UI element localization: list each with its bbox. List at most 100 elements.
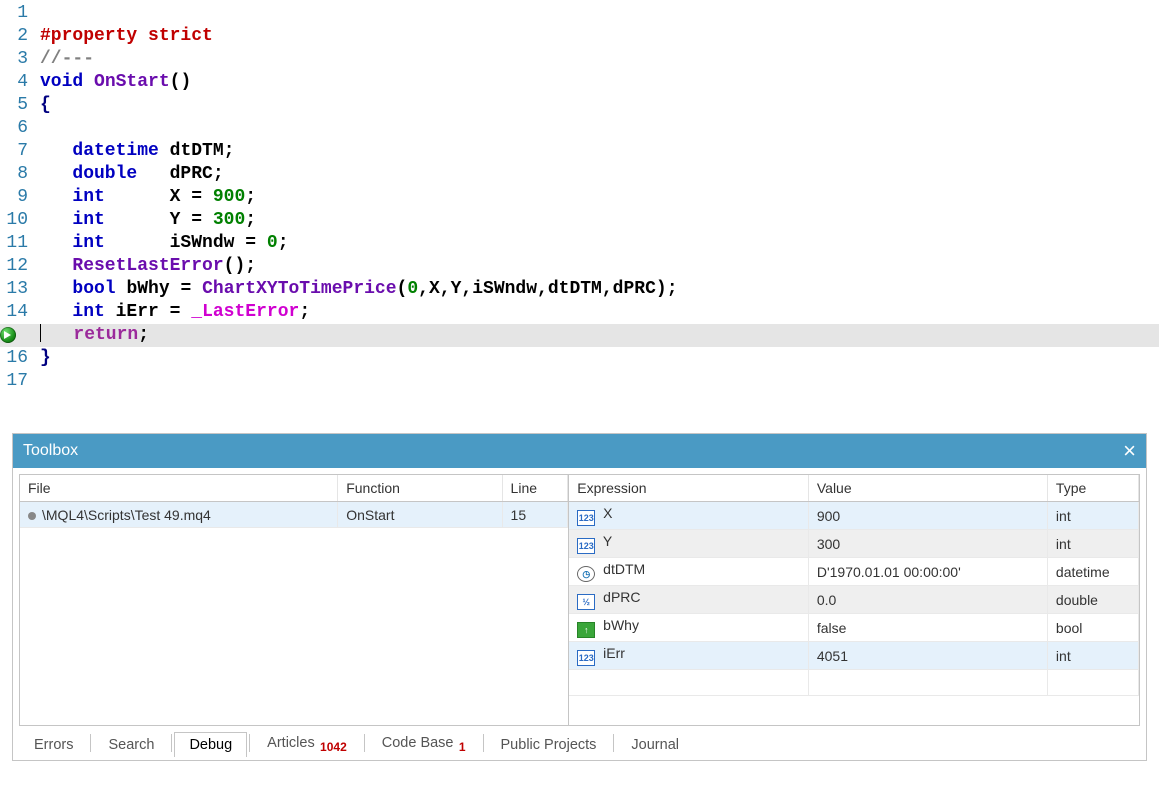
watch-expression[interactable]: 123 iErr [569,642,808,670]
watch-expression[interactable]: 123 Y [569,530,808,558]
gutter-line-number[interactable]: 1 [0,2,36,25]
gutter-line-number[interactable]: 4 [0,71,36,94]
tab-articles[interactable]: Articles 1042 [252,730,362,758]
code-line[interactable]: 9 int X = 900; [0,186,1159,209]
watch-row[interactable]: ◷ dtDTMD'1970.01.01 00:00:00'datetime [569,558,1138,586]
code-line[interactable]: 13 bool bWhy = ChartXYToTimePrice(0,X,Y,… [0,278,1159,301]
code-line[interactable]: 17 [0,370,1159,393]
column-header[interactable]: Type [1047,475,1138,502]
column-header[interactable]: File [20,475,338,502]
watch-expression[interactable]: ↑ bWhy [569,614,808,642]
tab-separator [171,734,172,752]
gutter-line-number[interactable]: 14 [0,301,36,324]
gutter-line-number[interactable]: 10 [0,209,36,232]
code-editor[interactable]: 12#property strict3//---4void OnStart()5… [0,0,1159,393]
code-line[interactable]: 5{ [0,94,1159,117]
code-content[interactable]: datetime dtDTM; [36,140,1159,163]
code-line[interactable]: 16} [0,347,1159,370]
watch-row[interactable]: ↑ bWhyfalsebool [569,614,1138,642]
tab-code-base[interactable]: Code Base 1 [367,730,481,758]
gutter-line-number[interactable]: 13 [0,278,36,301]
column-header[interactable]: Expression [569,475,808,502]
code-line[interactable]: 12 ResetLastError(); [0,255,1159,278]
gutter-line-number[interactable]: 12 [0,255,36,278]
tab-separator [613,734,614,752]
watch-row[interactable]: 123 iErr4051int [569,642,1138,670]
code-line[interactable]: 7 datetime dtDTM; [0,140,1159,163]
code-content[interactable]: bool bWhy = ChartXYToTimePrice(0,X,Y,iSW… [36,278,1159,301]
code-line[interactable]: return; [0,324,1159,347]
code-line[interactable]: 4void OnStart() [0,71,1159,94]
column-header[interactable]: Value [808,475,1047,502]
column-header[interactable]: Line [502,475,568,502]
watch-row[interactable]: 123 Y300int [569,530,1138,558]
watch-expression[interactable] [569,670,808,696]
code-line[interactable]: 1 [0,2,1159,25]
stack-function: OnStart [338,502,502,528]
code-content[interactable]: int iSWndw = 0; [36,232,1159,255]
tab-errors[interactable]: Errors [19,732,88,757]
code-content[interactable]: { [36,94,1159,117]
gutter-line-number[interactable]: 3 [0,48,36,71]
watch-value: D'1970.01.01 00:00:00' [808,558,1047,586]
watch-expression[interactable]: 123 X [569,502,808,530]
gutter-line-number[interactable]: 17 [0,370,36,393]
tab-badge: 1042 [317,740,347,754]
stack-frame-icon [28,512,36,520]
tab-journal[interactable]: Journal [616,732,694,757]
gutter-line-number[interactable]: 6 [0,117,36,140]
stack-line: 15 [502,502,568,528]
type-icon: ↑ [577,622,595,638]
watch-value: 900 [808,502,1047,530]
code-content[interactable]: int X = 900; [36,186,1159,209]
close-icon[interactable]: × [1123,440,1136,462]
gutter-line-number[interactable]: 7 [0,140,36,163]
code-content[interactable] [36,2,1159,25]
watch-pane[interactable]: ExpressionValueType 123 X900int123 Y300i… [568,474,1140,726]
tab-search[interactable]: Search [93,732,169,757]
code-line[interactable]: 6 [0,117,1159,140]
call-stack-pane[interactable]: FileFunctionLine \MQL4\Scripts\Test 49.m… [19,474,568,726]
gutter-line-number[interactable]: 2 [0,25,36,48]
type-icon: 123 [577,538,595,554]
column-header[interactable]: Function [338,475,502,502]
watch-expression[interactable]: ½ dPRC [569,586,808,614]
code-line[interactable]: 10 int Y = 300; [0,209,1159,232]
gutter-line-number[interactable]: 16 [0,347,36,370]
watch-row[interactable]: ½ dPRC0.0double [569,586,1138,614]
code-content[interactable]: #property strict [36,25,1159,48]
code-line[interactable]: 3//--- [0,48,1159,71]
code-content[interactable]: double dPRC; [36,163,1159,186]
code-line[interactable]: 8 double dPRC; [0,163,1159,186]
gutter-line-number[interactable]: 8 [0,163,36,186]
code-content[interactable]: void OnStart() [36,71,1159,94]
gutter-line-number[interactable]: 5 [0,94,36,117]
type-icon: 123 [577,510,595,526]
code-line[interactable]: 2#property strict [0,25,1159,48]
watch-row[interactable] [569,670,1138,696]
gutter-line-number[interactable]: 9 [0,186,36,209]
gutter-line-number[interactable] [0,324,36,347]
code-content[interactable]: ResetLastError(); [36,255,1159,278]
code-content[interactable]: int iErr = _LastError; [36,301,1159,324]
tab-separator [249,734,250,752]
watch-expression[interactable]: ◷ dtDTM [569,558,808,586]
gutter-line-number[interactable]: 11 [0,232,36,255]
code-content[interactable] [36,370,1159,393]
code-content[interactable] [36,117,1159,140]
stack-row[interactable]: \MQL4\Scripts\Test 49.mq4OnStart15 [20,502,568,528]
toolbox-titlebar[interactable]: Toolbox × [13,434,1146,468]
code-line[interactable]: 11 int iSWndw = 0; [0,232,1159,255]
code-line[interactable]: 14 int iErr = _LastError; [0,301,1159,324]
watch-row[interactable]: 123 X900int [569,502,1138,530]
tab-public-projects[interactable]: Public Projects [486,732,612,757]
code-content[interactable]: //--- [36,48,1159,71]
toolbox-panel: Toolbox × FileFunctionLine \MQL4\Scripts… [12,433,1147,761]
tab-debug[interactable]: Debug [174,732,247,757]
code-content[interactable]: return; [36,324,1159,347]
watch-value: false [808,614,1047,642]
watch-type: int [1047,530,1138,558]
breakpoint-icon[interactable] [0,327,16,343]
code-content[interactable]: int Y = 300; [36,209,1159,232]
code-content[interactable]: } [36,347,1159,370]
